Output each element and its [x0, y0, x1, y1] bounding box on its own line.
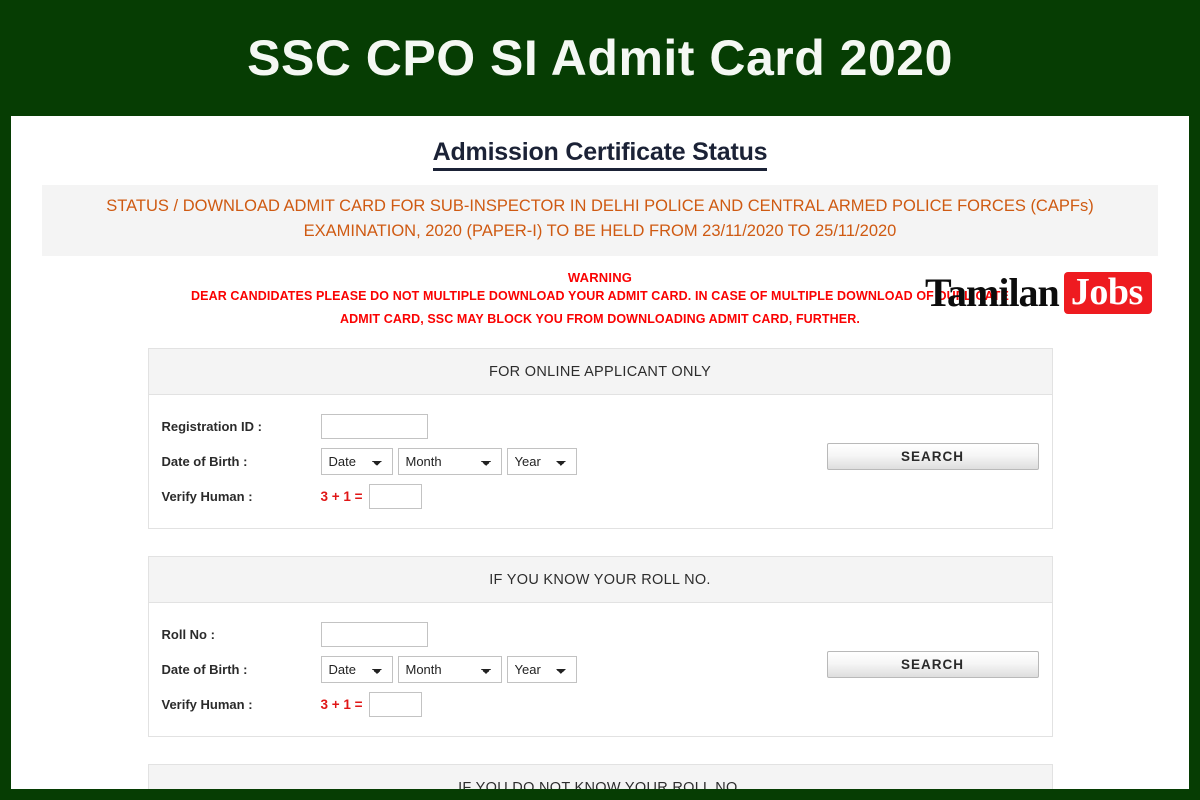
form-row-verify-human-roll: Verify Human : 3 + 1 = — [149, 687, 1052, 722]
page-banner: SSC CPO SI Admit Card 2020 — [0, 0, 1200, 116]
verify-human-group-roll: 3 + 1 = — [321, 692, 422, 717]
panel-know-roll-no-body: Roll No : Date of Birth : Date Month Yea… — [149, 603, 1052, 736]
roll-no-label: Roll No : — [161, 627, 215, 642]
dob-year-select-roll[interactable]: Year — [506, 656, 577, 683]
registration-id-input[interactable] — [320, 414, 428, 439]
page-title: SSC CPO SI Admit Card 2020 — [247, 30, 953, 86]
warning-line-2: ADMIT CARD, SSC MAY BLOCK YOU FROM DOWNL… — [340, 312, 860, 326]
dob-month-select-online[interactable]: Month — [397, 448, 502, 475]
date-of-birth-label-online: Date of Birth : — [161, 454, 248, 469]
panel-know-roll-no-header-text: IF YOU KNOW YOUR ROLL NO. — [489, 571, 711, 588]
panel-no-roll-no-header: IF YOU DO NOT KNOW YOUR ROLL NO. — [148, 765, 1052, 790]
warning-line-1: DEAR CANDIDATES PLEASE DO NOT MULTIPLE D… — [191, 289, 1009, 303]
search-button-online[interactable]: SEARCH — [826, 443, 1039, 470]
captcha-question-roll: 3 + 1 = — [320, 697, 363, 712]
panel-know-roll-no: IF YOU KNOW YOUR ROLL NO. Roll No : Date… — [147, 556, 1053, 737]
dob-month-select-roll[interactable]: Month — [397, 656, 502, 683]
warning-title: WARNING — [567, 270, 633, 285]
status-banner: STATUS / DOWNLOAD ADMIT CARD FOR SUB-INS… — [42, 185, 1158, 256]
date-of-birth-group-roll: Date Month Year — [320, 656, 577, 683]
captcha-answer-input-online[interactable] — [368, 484, 422, 509]
panel-online-applicant-header-text: FOR ONLINE APPLICANT ONLY — [488, 363, 712, 380]
verify-human-label-roll: Verify Human : — [161, 697, 253, 712]
search-button-roll[interactable]: SEARCH — [826, 651, 1039, 678]
panel-no-roll-no: IF YOU DO NOT KNOW YOUR ROLL NO. — [147, 764, 1053, 790]
form-row-roll-no: Roll No : — [149, 617, 1052, 652]
document-heading-text: Admission Certificate Status — [432, 138, 768, 171]
dob-date-select-online[interactable]: Date — [320, 448, 393, 475]
registration-id-label: Registration ID : — [161, 419, 262, 434]
panel-no-roll-no-header-text: IF YOU DO NOT KNOW YOUR ROLL NO. — [458, 779, 742, 790]
panel-know-roll-no-header: IF YOU KNOW YOUR ROLL NO. — [148, 557, 1052, 603]
form-row-registration-id: Registration ID : — [149, 409, 1052, 444]
panel-online-applicant-body: Registration ID : Date of Birth : Date M… — [149, 395, 1052, 528]
status-banner-line-2: EXAMINATION, 2020 (PAPER-I) TO BE HELD F… — [303, 222, 897, 240]
panel-online-applicant-header: FOR ONLINE APPLICANT ONLY — [148, 349, 1052, 395]
verify-human-group-online: 3 + 1 = — [321, 484, 422, 509]
form-row-verify-human-online: Verify Human : 3 + 1 = — [149, 479, 1052, 514]
screenshot-content-area: Tamilan Jobs Admission Certificate Statu… — [11, 116, 1189, 789]
roll-no-input[interactable] — [320, 622, 428, 647]
captcha-question-online: 3 + 1 = — [320, 489, 363, 504]
dob-date-select-roll[interactable]: Date — [320, 656, 393, 683]
document-heading: Admission Certificate Status — [11, 116, 1189, 171]
status-banner-line-1: STATUS / DOWNLOAD ADMIT CARD FOR SUB-INS… — [106, 197, 1094, 215]
captcha-answer-input-roll[interactable] — [368, 692, 422, 717]
warning-block: WARNING DEAR CANDIDATES PLEASE DO NOT MU… — [11, 270, 1189, 331]
date-of-birth-group-online: Date Month Year — [320, 448, 577, 475]
verify-human-label-online: Verify Human : — [161, 489, 253, 504]
dob-year-select-online[interactable]: Year — [506, 448, 577, 475]
panel-online-applicant: FOR ONLINE APPLICANT ONLY Registration I… — [147, 348, 1053, 529]
date-of-birth-label-roll: Date of Birth : — [161, 662, 248, 677]
